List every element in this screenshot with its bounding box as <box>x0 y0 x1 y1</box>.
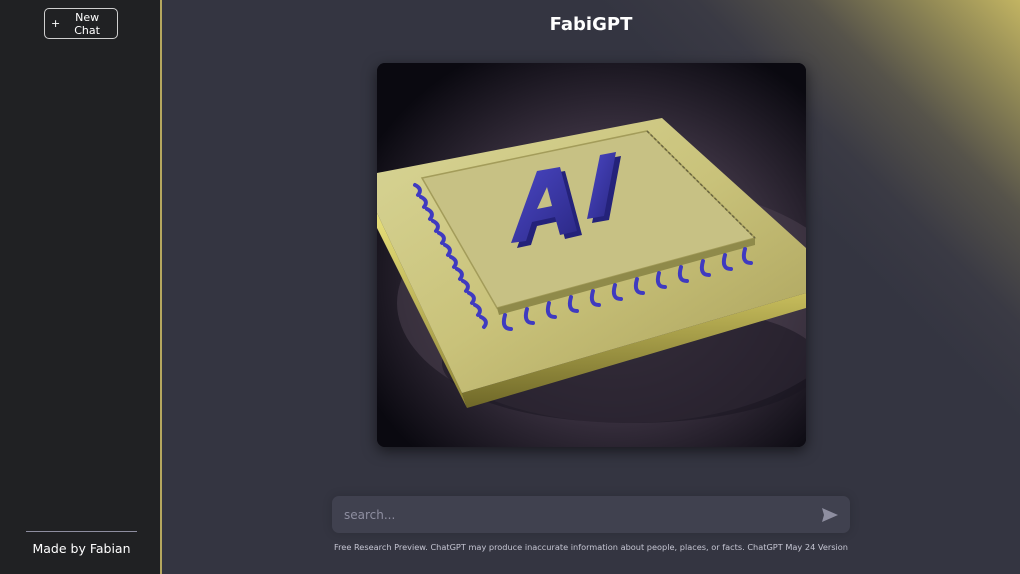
disclaimer-text: Free Research Preview. ChatGPT may produ… <box>333 542 849 552</box>
app-window: + New Chat Made by Fabian FabiGPT search… <box>0 0 1020 574</box>
page-title: FabiGPT <box>549 14 633 35</box>
search-input[interactable] <box>332 496 802 533</box>
author-credit: Made by Fabian <box>32 541 131 556</box>
sidebar: + New Chat Made by Fabian <box>0 0 162 574</box>
sidebar-footer: Made by Fabian <box>26 531 137 556</box>
ai-chip-illustration <box>377 63 806 447</box>
hero-image <box>377 63 806 447</box>
search-bar <box>332 496 850 533</box>
send-icon[interactable] <box>820 505 840 525</box>
main-panel: FabiGPT search... Free Research Preview.… <box>162 0 1020 574</box>
new-chat-button[interactable]: + New Chat <box>44 8 118 39</box>
new-chat-label: New Chat <box>74 10 100 37</box>
plus-icon: + <box>51 17 61 30</box>
